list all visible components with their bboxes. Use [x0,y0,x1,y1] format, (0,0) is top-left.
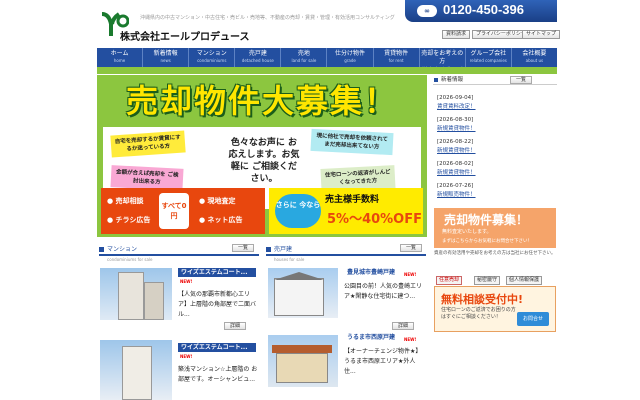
note-1: 自宅を売却するか賃貸にするか迷っている方 [110,130,186,158]
nav-disposal[interactable]: 売却をお考えの方think about disposal [420,48,466,71]
tag-confidential: 秘密厳守 [474,276,501,285]
free-services-box: ● 売却相談 ● チラシ広告 すべて0円 ● 現地査定 ● ネット広告 [101,188,265,234]
zero-yen-badge: すべて0円 [159,193,189,229]
consult-banner-sub: 住宅ローンのご返済でお困りの方はすぐにご相談ください！ [441,307,516,320]
service-flyer: ● チラシ広告 [107,216,151,224]
news-link-2[interactable]: 新規賃貸物件！ [437,124,476,132]
news-date-4: [2026-08-02] [437,161,474,167]
util-link-sitemap[interactable]: サイトマップ [522,30,561,39]
news-date-3: [2026-08-22] [437,139,474,145]
new-badge: NEW! [404,272,417,277]
news-heading: 新着情報 [433,75,557,85]
tag-voluntary-sale: 任意売却 [436,276,463,285]
nav-group[interactable]: グループ会社 related companies [466,48,512,67]
contact-button[interactable]: お問合せ [517,312,549,326]
house-list-button[interactable]: 一覧 [400,244,422,252]
sell-banner-sub: 無料査定いたします。 [442,229,492,235]
sell-banner-note: 資産の有効活用や売却をお考えの方は当社にお任せ下さい。 [434,251,556,256]
mansion-title-2[interactable]: ワイズエステムコート... [178,343,256,352]
service-net-ad: ● ネット広告 [199,216,243,224]
house-detail-button-1[interactable]: 詳細 [392,322,414,330]
nav-grade[interactable]: 仕分け物件 grade [327,48,374,67]
hero-banner[interactable]: 売却物件大募集！ 自宅を売却するか賃貸にするか迷っている方 金額が合えば売却を … [97,75,427,237]
nav-mansion[interactable]: マンション condominiums [189,48,236,67]
free-dial-icon: ∞ [417,5,437,17]
nav-about[interactable]: 会社概要 about us [512,48,557,67]
phone-number: 0120-450-396 [443,2,524,17]
free-consult-banner[interactable]: 無料相談受付中! 住宅ローンのご返済でお困りの方はすぐにご相談ください！ お問合… [434,286,556,332]
service-onsite: ● 現地査定 [199,197,236,205]
square-icon [99,247,104,252]
square-icon [266,247,271,252]
square-icon [434,78,438,82]
house-desc-1: 公園目の前！人気の豊崎エリア★閑静な住宅街に建つ... [344,283,423,300]
news-list-button[interactable]: 一覧 [510,76,532,84]
mansion-list-button[interactable]: 一覧 [232,244,254,252]
fee-label: 売主様手数料 [325,195,380,205]
mansion-thumb-2[interactable] [100,340,172,400]
news-date-2: [2026-08-30] [437,117,474,123]
note-2: 金額が合えば売却を ご検討出来る方 [110,165,184,191]
nav-home[interactable]: ホーム home [97,48,144,67]
service-consult: ● 売却相談 [107,197,144,205]
news-link-3[interactable]: 新規賃貸物件！ [437,146,476,154]
news-link-5[interactable]: 新規販売物件！ [437,190,476,198]
phone-banner[interactable]: ∞ 0120-450-396 [405,0,557,22]
new-badge: NEW! [404,337,417,342]
util-link-request[interactable]: 資料請求 [442,30,471,39]
nav-land[interactable]: 売地 land for sale [281,48,328,67]
banner-center-message: 色々なお声に お応えします。お気軽に ご相談ください。 [228,138,300,184]
note-3: 現に他社で売却を依頼されてまだ売却出来てない方 [310,128,394,156]
house-thumb-1[interactable] [268,268,338,318]
news-link-4[interactable]: 新規賃貸物件！ [437,168,476,176]
news-date-1: [2026-09-04] [437,95,474,101]
mansion-subheading: condominiums for sale [107,257,153,262]
sell-banner-title: 売却物件募集！ [444,213,529,227]
news-link-1[interactable]: 賃貸賃料改定！ [437,102,476,110]
header: 沖縄県内の中古マンション・中古住宅・売ビル・売地等、不動産の売却・賃貸・管理・有… [0,0,640,44]
mansion-thumb-1[interactable] [100,268,172,320]
now-bubble: さらに 今なら [275,194,321,228]
mansion-desc-1: 【人気の那覇市新都心エリア】上層階の角部屋で二面バル... [178,291,257,318]
tag-privacy: 個人情報保護 [506,276,543,285]
house-subheading: houses for sale [274,257,305,262]
company-name[interactable]: 株式会社エールプロデュース [120,28,250,43]
mansion-desc-2: 築浅マンション☆上層階の お部屋です。オーシャンビュ... [178,366,258,383]
nav-rent[interactable]: 賃貸物件 for rent [374,48,420,67]
house-desc-2: 【オーナーチェンジ物件★】うるま市西原エリア★外人住... [344,348,422,375]
house-thumb-2[interactable] [268,335,338,387]
site-tagline: 沖縄県内の中古マンション・中古住宅・売ビル・売地等、不動産の売却・賃貸・管理・有… [140,15,395,21]
nav-house[interactable]: 売戸建 detached house [235,48,282,67]
mansion-detail-button-1[interactable]: 詳細 [224,322,246,330]
fee-discount: 5%～40%OFF [327,212,422,227]
nav-news[interactable]: 新着情報 news [143,48,190,67]
new-badge: NEW! [180,279,193,284]
consult-banner-title: 無料相談受付中! [441,293,524,306]
sell-property-banner[interactable]: 売却物件募集！ 無料査定いたします。 まずはこちらからお気軽にお問合せ下さい！ [434,208,556,248]
main-nav: ホーム home 新着情報 news マンション condominiums 売戸建 de… [97,48,557,71]
fee-discount-box: さらに 今なら 売主様手数料 5%～40%OFF [269,188,423,234]
banner-title: 売却物件大募集！ [103,79,421,123]
mansion-title-1[interactable]: ワイズエステムコート... [178,268,256,277]
new-badge: NEW! [180,354,193,359]
news-date-5: [2026-07-26] [437,183,474,189]
accent-strip [97,67,557,74]
sell-banner-sub2: まずはこちらからお気軽にお問合せ下さい！ [442,239,532,244]
